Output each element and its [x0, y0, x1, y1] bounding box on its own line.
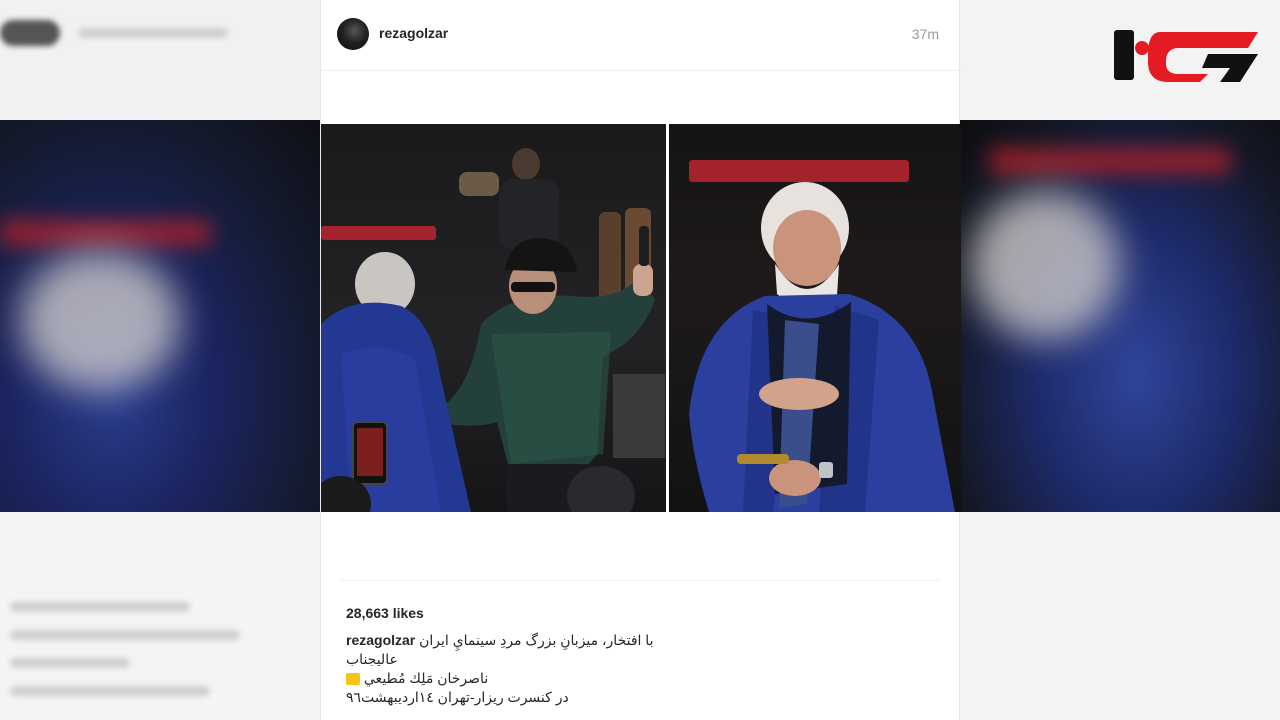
avatar[interactable]	[337, 18, 369, 50]
red-logo-icon	[1114, 30, 1258, 82]
photo-panel-actor	[669, 124, 961, 512]
blurred-text	[10, 602, 190, 612]
blurred-text	[10, 630, 240, 640]
backdrop-top	[0, 0, 320, 120]
likes-count[interactable]: 28,663 likes	[346, 605, 424, 621]
username-link[interactable]: rezagolzar	[379, 25, 448, 41]
photo-panel-singer	[321, 124, 666, 512]
caption-line-2: عالیجناب	[346, 651, 398, 667]
blurred-red-light	[990, 148, 1230, 174]
caption-line-4: در کنسرت ریزار-تهران ١٤ارديبهشت٩٦	[346, 689, 569, 705]
concert-scene-illustration	[321, 148, 665, 512]
backdrop-image	[0, 120, 320, 512]
site-logo[interactable]	[1108, 24, 1264, 86]
blurred-text	[10, 686, 210, 696]
post-caption: rezagolzar با افتخار، میزبانِ بزرگ مردِ …	[346, 631, 686, 707]
backdrop-bottom	[0, 512, 320, 720]
post-photo[interactable]	[321, 124, 961, 512]
caption-line-1: rezagolzar با افتخار، میزبانِ بزرگ مردِ …	[346, 631, 686, 650]
blurred-text	[78, 28, 228, 38]
post-timestamp[interactable]: 37m	[912, 26, 939, 42]
blurred-head	[970, 190, 1120, 340]
actor-illustration	[689, 182, 955, 512]
blurred-backdrop-right	[960, 0, 1280, 720]
instagram-post: rezagolzar 37m 28,663 likes rezagolzar ب…	[320, 0, 961, 720]
caption-username[interactable]: rezagolzar	[346, 632, 415, 648]
blurred-text	[10, 658, 130, 668]
caption-line-3-text: ناصرخان مَلِك مُطيعي	[363, 670, 489, 686]
post-header: rezagolzar 37m	[321, 0, 961, 71]
blurred-backdrop-left	[0, 0, 320, 720]
caption-text: با افتخار، میزبانِ بزرگ مردِ سینمايِ ایر…	[419, 632, 654, 648]
backdrop-bottom	[960, 512, 1280, 720]
divider	[341, 580, 939, 581]
blurred-avatar	[0, 20, 60, 46]
crown-emoji-icon	[346, 673, 360, 686]
blurred-head	[20, 250, 180, 390]
blurred-red-light	[0, 220, 210, 246]
caption-line-3: ناصرخان مَلِك مُطيعي	[346, 669, 686, 688]
backdrop-image	[960, 120, 1280, 512]
